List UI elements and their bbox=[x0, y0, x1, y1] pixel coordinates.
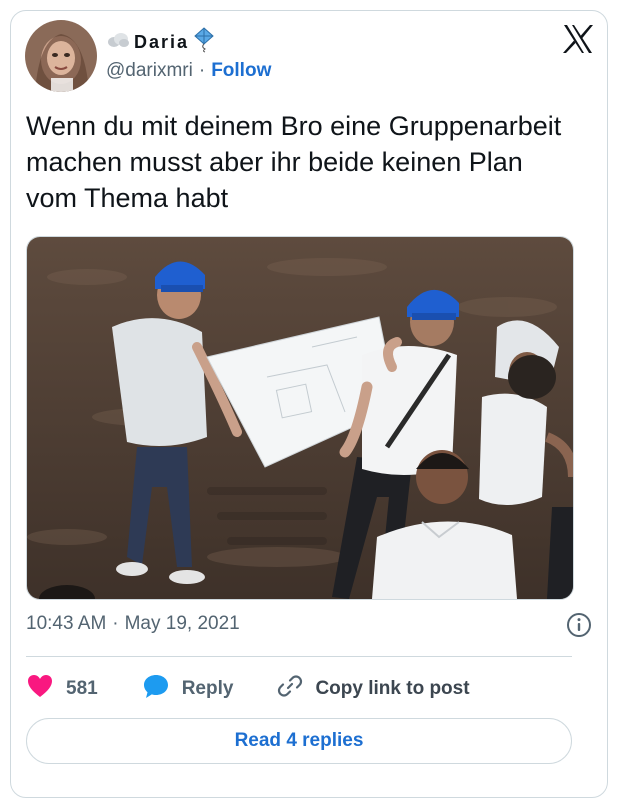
cloud-icon bbox=[106, 31, 130, 54]
speech-bubble-icon bbox=[142, 672, 170, 706]
tweet-time: 10:43 AM bbox=[26, 613, 107, 634]
like-count: 581 bbox=[66, 678, 98, 699]
reply-label: Reply bbox=[181, 678, 234, 699]
timestamp[interactable]: 10:43 AM · May 19, 2021 bbox=[26, 613, 240, 635]
like-button[interactable]: 581 bbox=[26, 673, 98, 705]
tweet-date: May 19, 2021 bbox=[124, 613, 240, 634]
tweet-photo[interactable] bbox=[26, 236, 574, 600]
read-replies-button[interactable]: Read 4 replies bbox=[26, 718, 572, 764]
copy-link-button[interactable]: Copy link to post bbox=[277, 673, 470, 705]
copy-link-label: Copy link to post bbox=[315, 678, 470, 699]
display-name-text: Daria bbox=[134, 32, 190, 52]
tweet-text: Wenn du mit deinem Bro eine Gruppenarbei… bbox=[26, 111, 562, 213]
action-bar: 581 Reply Copy link to post bbox=[26, 672, 514, 706]
reply-button[interactable]: Reply bbox=[142, 672, 234, 706]
heart-icon bbox=[26, 673, 54, 705]
avatar[interactable] bbox=[25, 20, 97, 92]
handle-row: @darixmri · Follow bbox=[106, 60, 271, 82]
user-handle[interactable]: @darixmri bbox=[106, 60, 193, 82]
x-logo-icon[interactable] bbox=[561, 22, 595, 56]
kite-icon bbox=[193, 27, 215, 58]
divider bbox=[26, 656, 572, 657]
follow-button[interactable]: Follow bbox=[211, 60, 271, 82]
info-icon[interactable] bbox=[566, 612, 592, 638]
separator-dot: · bbox=[198, 60, 206, 81]
separator-dot: · bbox=[112, 613, 119, 634]
link-icon bbox=[277, 673, 303, 705]
display-name[interactable]: Daria bbox=[106, 27, 215, 58]
